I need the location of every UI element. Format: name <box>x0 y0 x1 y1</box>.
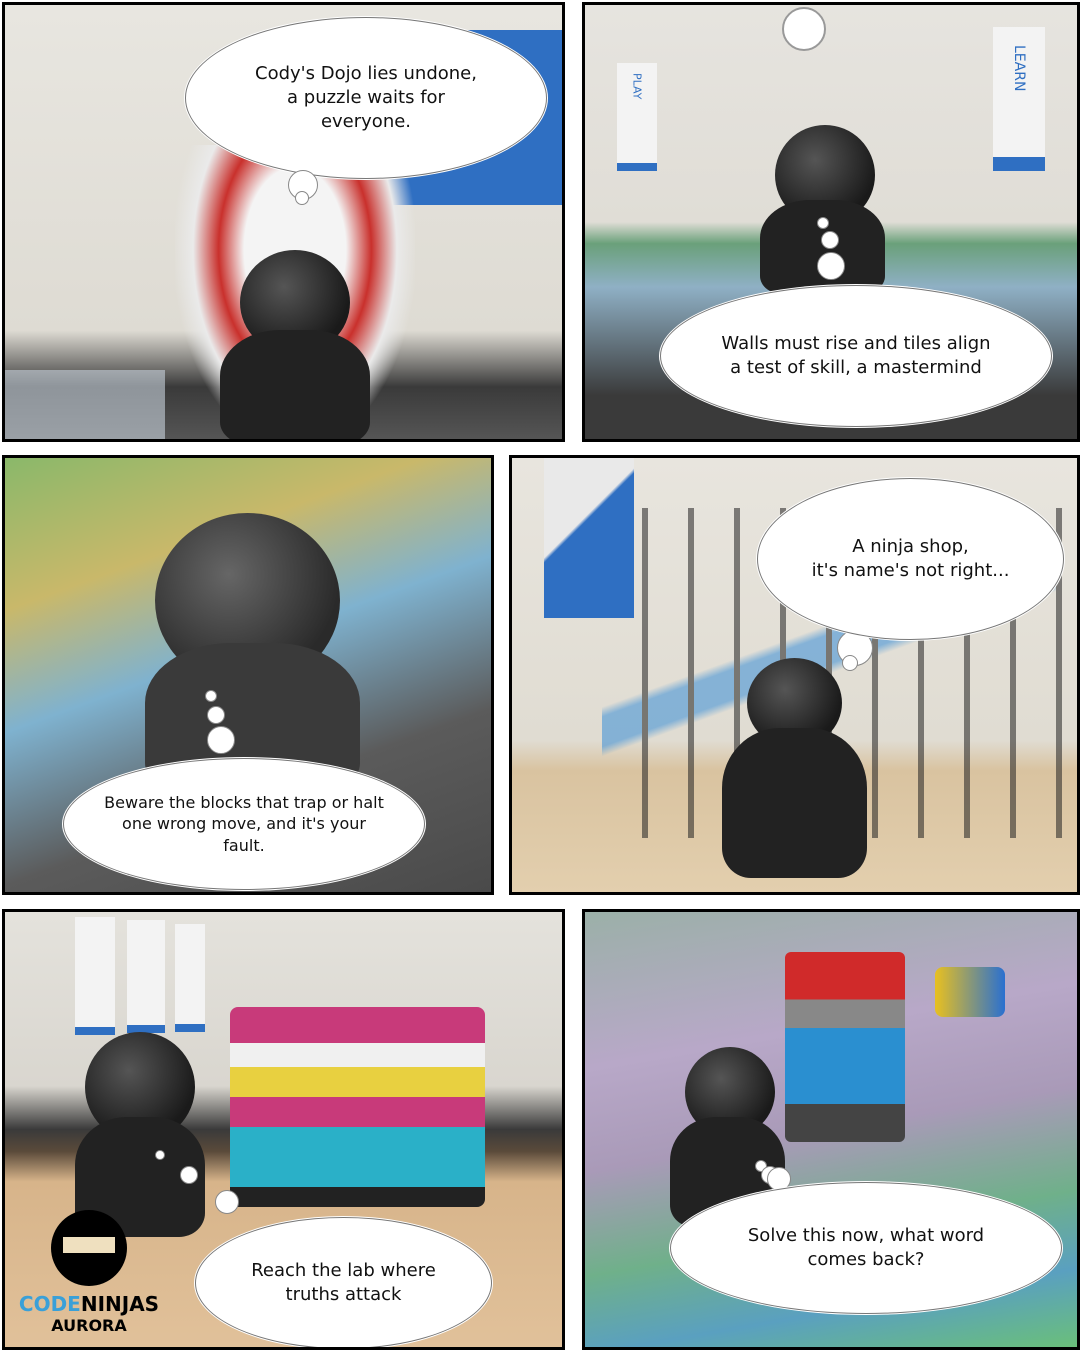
thought-bubble-2: Walls must rise and tiles align a test o… <box>660 285 1052 427</box>
play-banner: PLAY <box>617 63 657 171</box>
thought-bubble-4: A ninja shop, it's name's not right... <box>757 478 1064 640</box>
caption-text: Walls must rise and tiles align a test o… <box>721 332 991 378</box>
lego-robot <box>230 1007 485 1207</box>
caption-text: Cody's Dojo lies undone, a puzzle waits … <box>255 62 477 133</box>
logo-word-code: CODE <box>18 1292 81 1316</box>
snowflake-banner <box>127 920 165 1033</box>
thought-bubble-1: Cody's Dojo lies undone, a puzzle waits … <box>185 17 547 179</box>
caption-text: Reach the lab where truths attack <box>251 1259 436 1305</box>
banner-text: PLAY <box>630 73 644 100</box>
thought-dot <box>207 726 235 754</box>
comic-panel-3: Beware the blocks that trap or halt one … <box>2 455 494 895</box>
comic-panel-6: Solve this now, what word comes back? <box>582 909 1080 1350</box>
thought-dot <box>821 231 839 249</box>
thought-bubble-6: Solve this now, what word comes back? <box>670 1182 1062 1314</box>
logo-word-ninjas: NINJAS <box>80 1292 160 1316</box>
ninja-mask-icon <box>51 1210 127 1286</box>
storage-bin <box>5 370 165 439</box>
logo-location: AURORA <box>51 1316 127 1335</box>
thought-dot <box>205 690 217 702</box>
thought-bubble-5: Reach the lab where truths attack <box>195 1217 492 1347</box>
learn-banner <box>75 917 115 1035</box>
thought-dot <box>817 252 845 280</box>
caption-text: Beware the blocks that trap or halt one … <box>104 792 384 855</box>
lego-model <box>785 952 905 1142</box>
thought-dot <box>817 217 829 229</box>
learn-banner: LEARN <box>993 27 1045 171</box>
thought-dot <box>207 706 225 724</box>
comic-panel-4: A ninja shop, it's name's not right... <box>509 455 1080 895</box>
play-banner <box>175 924 205 1032</box>
comic-panel-1: Cody's Dojo lies undone, a puzzle waits … <box>2 2 565 442</box>
thought-dot <box>180 1166 198 1184</box>
caption-text: Solve this now, what word comes back? <box>747 1224 985 1270</box>
code-ninjas-logo: CODENINJAS AURORA <box>14 1210 164 1335</box>
caption-text: A ninja shop, it's name's not right... <box>811 535 1010 581</box>
thought-dot <box>215 1190 239 1214</box>
banner-text: LEARN <box>1011 45 1027 92</box>
logo-name: CODENINJAS <box>14 1292 164 1316</box>
thought-dot <box>155 1150 165 1160</box>
thought-dot <box>295 191 309 205</box>
wall-clock <box>782 7 826 51</box>
comic-panel-2: LEARN PLAY Walls must rise and tiles ali… <box>582 2 1080 442</box>
thought-dot <box>842 655 858 671</box>
thought-bubble-3: Beware the blocks that trap or halt one … <box>63 758 425 890</box>
lego-car <box>935 967 1005 1017</box>
